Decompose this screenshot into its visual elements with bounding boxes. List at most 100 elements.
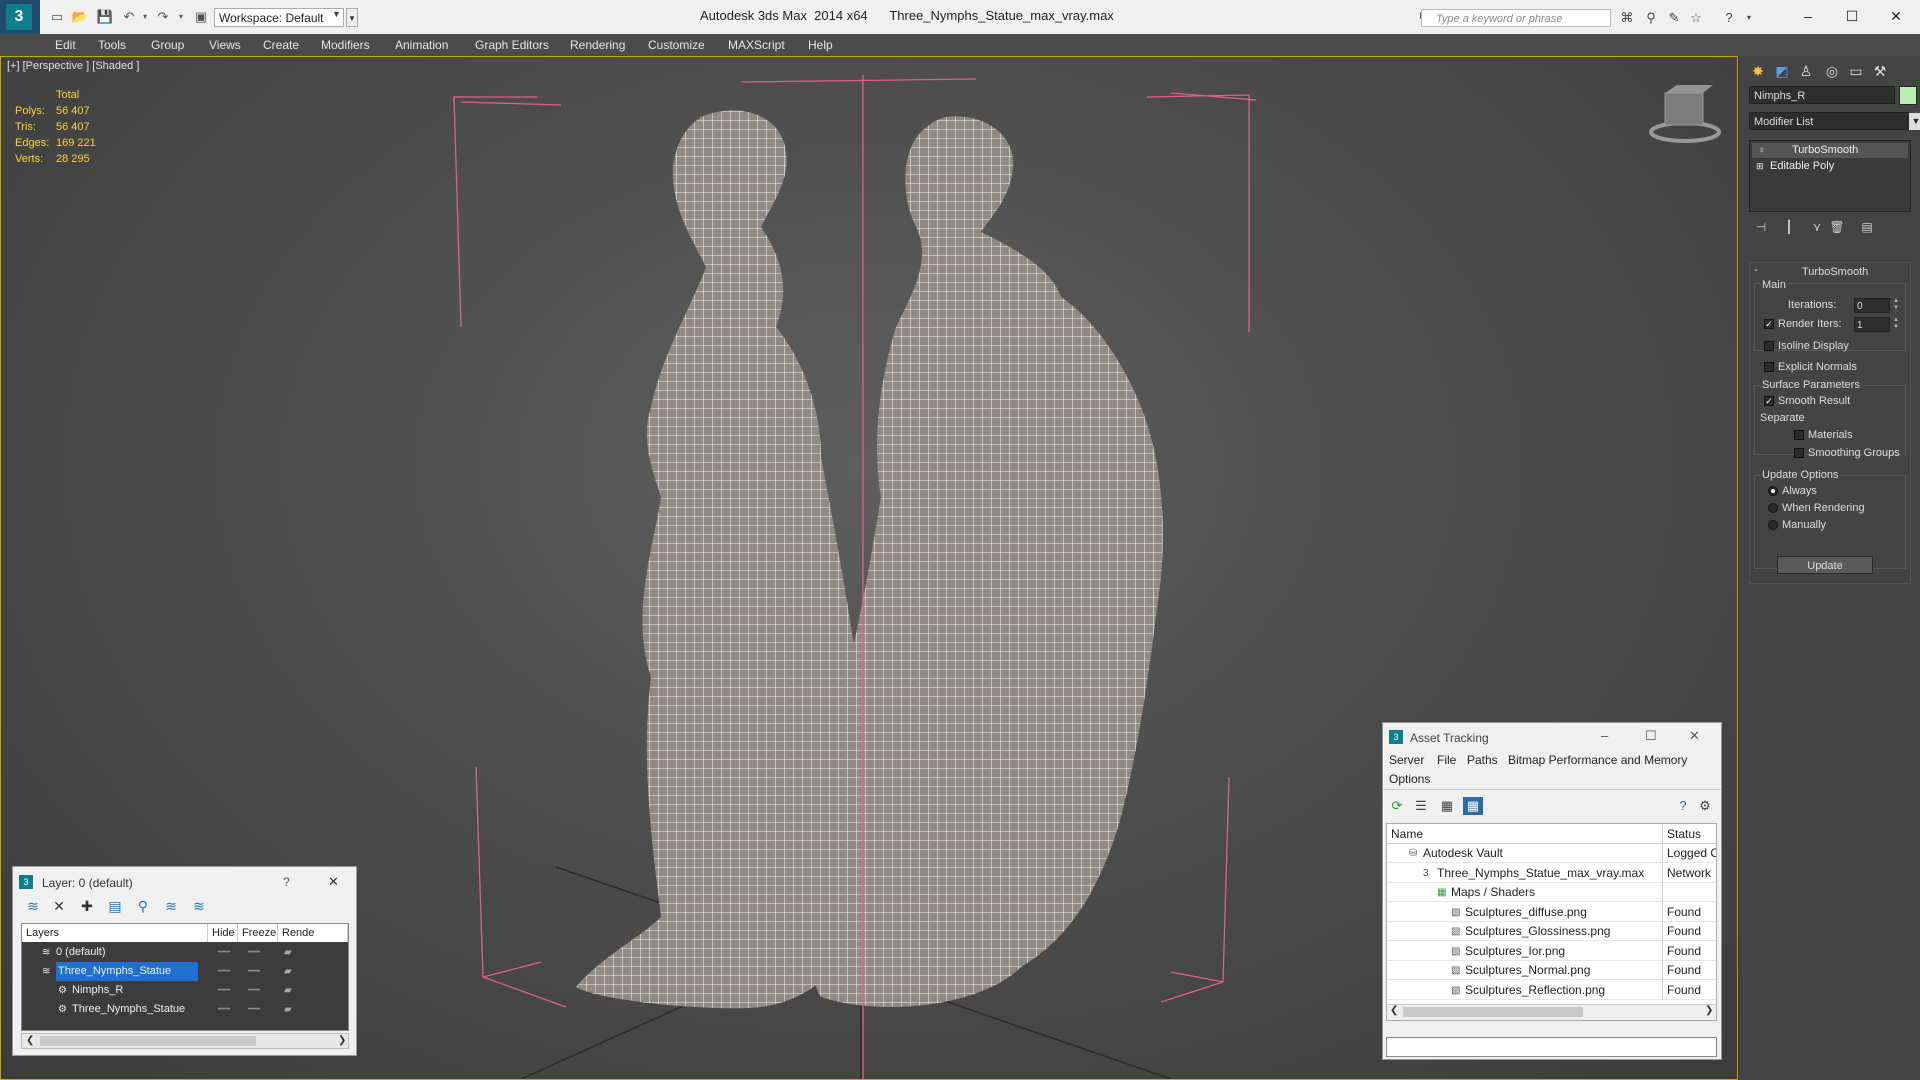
communication-center-icon[interactable]: ✎ bbox=[1665, 10, 1683, 26]
layer-list-icon[interactable]: ≋ bbox=[23, 896, 43, 916]
delete-layer-icon[interactable]: ✕ bbox=[49, 896, 69, 916]
nymph-statue-left[interactable] bbox=[576, 110, 882, 1009]
configure-modifier-sets-icon[interactable]: ▤ bbox=[1857, 218, 1877, 236]
hide-toggle[interactable]: ┅┅ bbox=[218, 962, 230, 981]
help-icon[interactable]: ? bbox=[283, 875, 290, 889]
menu-maxscript[interactable]: MAXScript bbox=[728, 37, 785, 53]
spinner-arrows-icon[interactable]: ▲ ▼ bbox=[1892, 298, 1900, 313]
help-icon[interactable]: ? bbox=[1673, 797, 1693, 815]
new-file-icon[interactable]: ▭ bbox=[48, 9, 66, 25]
always-radio[interactable] bbox=[1768, 486, 1778, 496]
menu-customize[interactable]: Customize bbox=[648, 37, 705, 53]
stack-item-editable-poly[interactable]: ⊞ Editable Poly bbox=[1752, 159, 1908, 174]
asset-row[interactable]: ▧ Sculptures_Normal.png Found bbox=[1387, 961, 1716, 980]
close-button[interactable]: ✕ bbox=[1876, 4, 1916, 28]
scroll-left-icon[interactable]: ❮ bbox=[26, 1035, 34, 1046]
menu-tools[interactable]: Tools bbox=[98, 37, 126, 53]
menu-rendering[interactable]: Rendering bbox=[570, 37, 625, 53]
redo-icon[interactable]: ↷ bbox=[154, 9, 172, 25]
update-button[interactable]: Update bbox=[1777, 556, 1873, 574]
remove-modifier-icon[interactable]: 🗑 bbox=[1827, 218, 1847, 236]
asset-menu-paths[interactable]: Paths bbox=[1467, 753, 1498, 767]
menu-edit[interactable]: Edit bbox=[55, 37, 76, 53]
asset-row[interactable]: ▧ Sculptures_Ior.png Found bbox=[1387, 941, 1716, 961]
freeze-toggle[interactable]: ┅┅ bbox=[248, 981, 260, 1000]
close-button[interactable]: ✕ bbox=[1689, 728, 1700, 744]
list-view-icon[interactable]: ☰ bbox=[1411, 797, 1431, 815]
menu-help[interactable]: Help bbox=[808, 37, 833, 53]
smooth-result-checkbox[interactable]: ✓ bbox=[1764, 396, 1774, 406]
asset-menu-server[interactable]: Server bbox=[1389, 753, 1424, 767]
highlight-layer-icon[interactable]: ≋ bbox=[161, 896, 181, 916]
minimize-button[interactable]: – bbox=[1601, 728, 1608, 743]
new-layer-icon[interactable]: ✚ bbox=[77, 896, 97, 916]
undo-dropdown-icon[interactable]: ▾ bbox=[136, 9, 154, 25]
hide-toggle[interactable]: ┅┅ bbox=[218, 1000, 230, 1019]
asset-row[interactable]: ▦ Maps / Shaders bbox=[1387, 883, 1716, 902]
spinner-arrows-icon[interactable]: ▲ ▼ bbox=[1892, 317, 1900, 332]
scroll-right-icon[interactable]: ❯ bbox=[338, 1035, 346, 1046]
horizontal-scrollbar[interactable]: ❮ ❯ bbox=[21, 1033, 349, 1049]
collapse-minus-icon[interactable]: - bbox=[1754, 264, 1758, 276]
pin-stack-icon[interactable]: ⊣ bbox=[1751, 218, 1771, 236]
render-toggle[interactable]: ▰ bbox=[284, 1000, 292, 1019]
project-folder-icon[interactable]: ▣ bbox=[192, 9, 210, 25]
menu-create[interactable]: Create bbox=[263, 37, 299, 53]
manually-radio[interactable] bbox=[1768, 520, 1778, 530]
asset-menu-file[interactable]: File bbox=[1437, 753, 1456, 767]
save-icon[interactable]: 💾 bbox=[96, 9, 114, 25]
scrollbar-thumb[interactable] bbox=[1403, 1007, 1583, 1017]
render-toggle[interactable]: ▰ bbox=[284, 962, 292, 981]
search-input[interactable]: Type a keyword or phrase bbox=[1421, 9, 1611, 27]
freeze-toggle[interactable]: ┅┅ bbox=[248, 943, 260, 962]
freeze-toggle[interactable]: ┅┅ bbox=[248, 1000, 260, 1019]
open-file-icon[interactable]: 📂 bbox=[71, 9, 89, 25]
hide-toggle[interactable]: ┅┅ bbox=[218, 943, 230, 962]
motion-tab-icon[interactable]: ◎ bbox=[1821, 60, 1843, 82]
layer-row[interactable]: ≋ Three_Nymphs_Statue ┅┅ ┅┅ ▰ bbox=[22, 962, 348, 981]
workspace-select[interactable]: Workspace: Default bbox=[214, 8, 344, 27]
hierarchy-tab-icon[interactable]: ♙ bbox=[1795, 60, 1817, 82]
make-unique-icon[interactable]: ⋎ bbox=[1807, 218, 1827, 236]
favorites-star-icon[interactable]: ☆ bbox=[1687, 10, 1705, 26]
name-column-header[interactable]: Name bbox=[1387, 824, 1662, 844]
materials-checkbox[interactable] bbox=[1794, 430, 1804, 440]
lightbulb-icon[interactable]: ♀ bbox=[1758, 143, 1766, 158]
explicit-normals-checkbox[interactable] bbox=[1764, 362, 1774, 372]
create-tab-icon[interactable]: ✸ bbox=[1747, 60, 1769, 82]
quick-access-menu-button[interactable]: ▼ bbox=[346, 8, 358, 27]
isoline-display-checkbox[interactable] bbox=[1764, 341, 1774, 351]
utilities-tab-icon[interactable]: ⚒ bbox=[1869, 60, 1891, 82]
hide-column-header[interactable]: Hide bbox=[208, 924, 238, 942]
modifier-list-dropdown[interactable]: Modifier List bbox=[1749, 112, 1909, 130]
menu-graph-editors[interactable]: Graph Editors bbox=[475, 37, 549, 53]
asset-row[interactable]: ⛁ Autodesk Vault Logged O bbox=[1387, 844, 1716, 863]
object-color-swatch[interactable] bbox=[1899, 86, 1917, 105]
horizontal-scrollbar[interactable]: ❮ ❯ bbox=[1387, 1004, 1716, 1020]
stack-item-turbosmooth[interactable]: ♀ TurboSmooth bbox=[1752, 143, 1908, 158]
nymph-statue-right[interactable] bbox=[814, 116, 1163, 1007]
smoothing-groups-checkbox[interactable] bbox=[1794, 448, 1804, 458]
redo-dropdown-icon[interactable]: ▾ bbox=[172, 9, 190, 25]
render-toggle[interactable]: ▰ bbox=[284, 943, 292, 962]
hide-all-layers-icon[interactable]: ≋ bbox=[189, 896, 209, 916]
menu-group[interactable]: Group bbox=[151, 37, 184, 53]
details-view-icon[interactable]: ▦ bbox=[1437, 797, 1457, 815]
maximize-button[interactable]: ☐ bbox=[1645, 728, 1657, 744]
scrollbar-thumb[interactable] bbox=[40, 1036, 256, 1046]
menu-animation[interactable]: Animation bbox=[395, 37, 448, 53]
rollout-title[interactable]: TurboSmooth bbox=[1802, 266, 1868, 278]
layer-row[interactable]: ⚙ Nimphs_R ┅┅ ┅┅ ▰ bbox=[22, 981, 348, 1000]
binoculars-icon[interactable]: ⌘ bbox=[1618, 10, 1636, 26]
render-toggle[interactable]: ▰ bbox=[284, 981, 292, 1000]
expand-plus-icon[interactable]: ⊞ bbox=[1756, 159, 1764, 174]
path-field[interactable] bbox=[1386, 1037, 1717, 1057]
subscription-key-icon[interactable]: ⚲ bbox=[1642, 10, 1660, 26]
help-dropdown-icon[interactable]: ▾ bbox=[1740, 10, 1758, 26]
asset-row[interactable]: ▧ Sculptures_diffuse.png Found bbox=[1387, 902, 1716, 922]
select-objects-icon[interactable]: ⚲ bbox=[133, 896, 153, 916]
layer-row[interactable]: ⚙ Three_Nymphs_Statue ┅┅ ┅┅ ▰ bbox=[22, 1000, 348, 1019]
asset-row[interactable]: ▧ Sculptures_Glossiness.png Found bbox=[1387, 922, 1716, 941]
minimize-button[interactable]: – bbox=[1788, 4, 1828, 28]
render-iters-spinner[interactable]: 1 bbox=[1854, 317, 1890, 332]
